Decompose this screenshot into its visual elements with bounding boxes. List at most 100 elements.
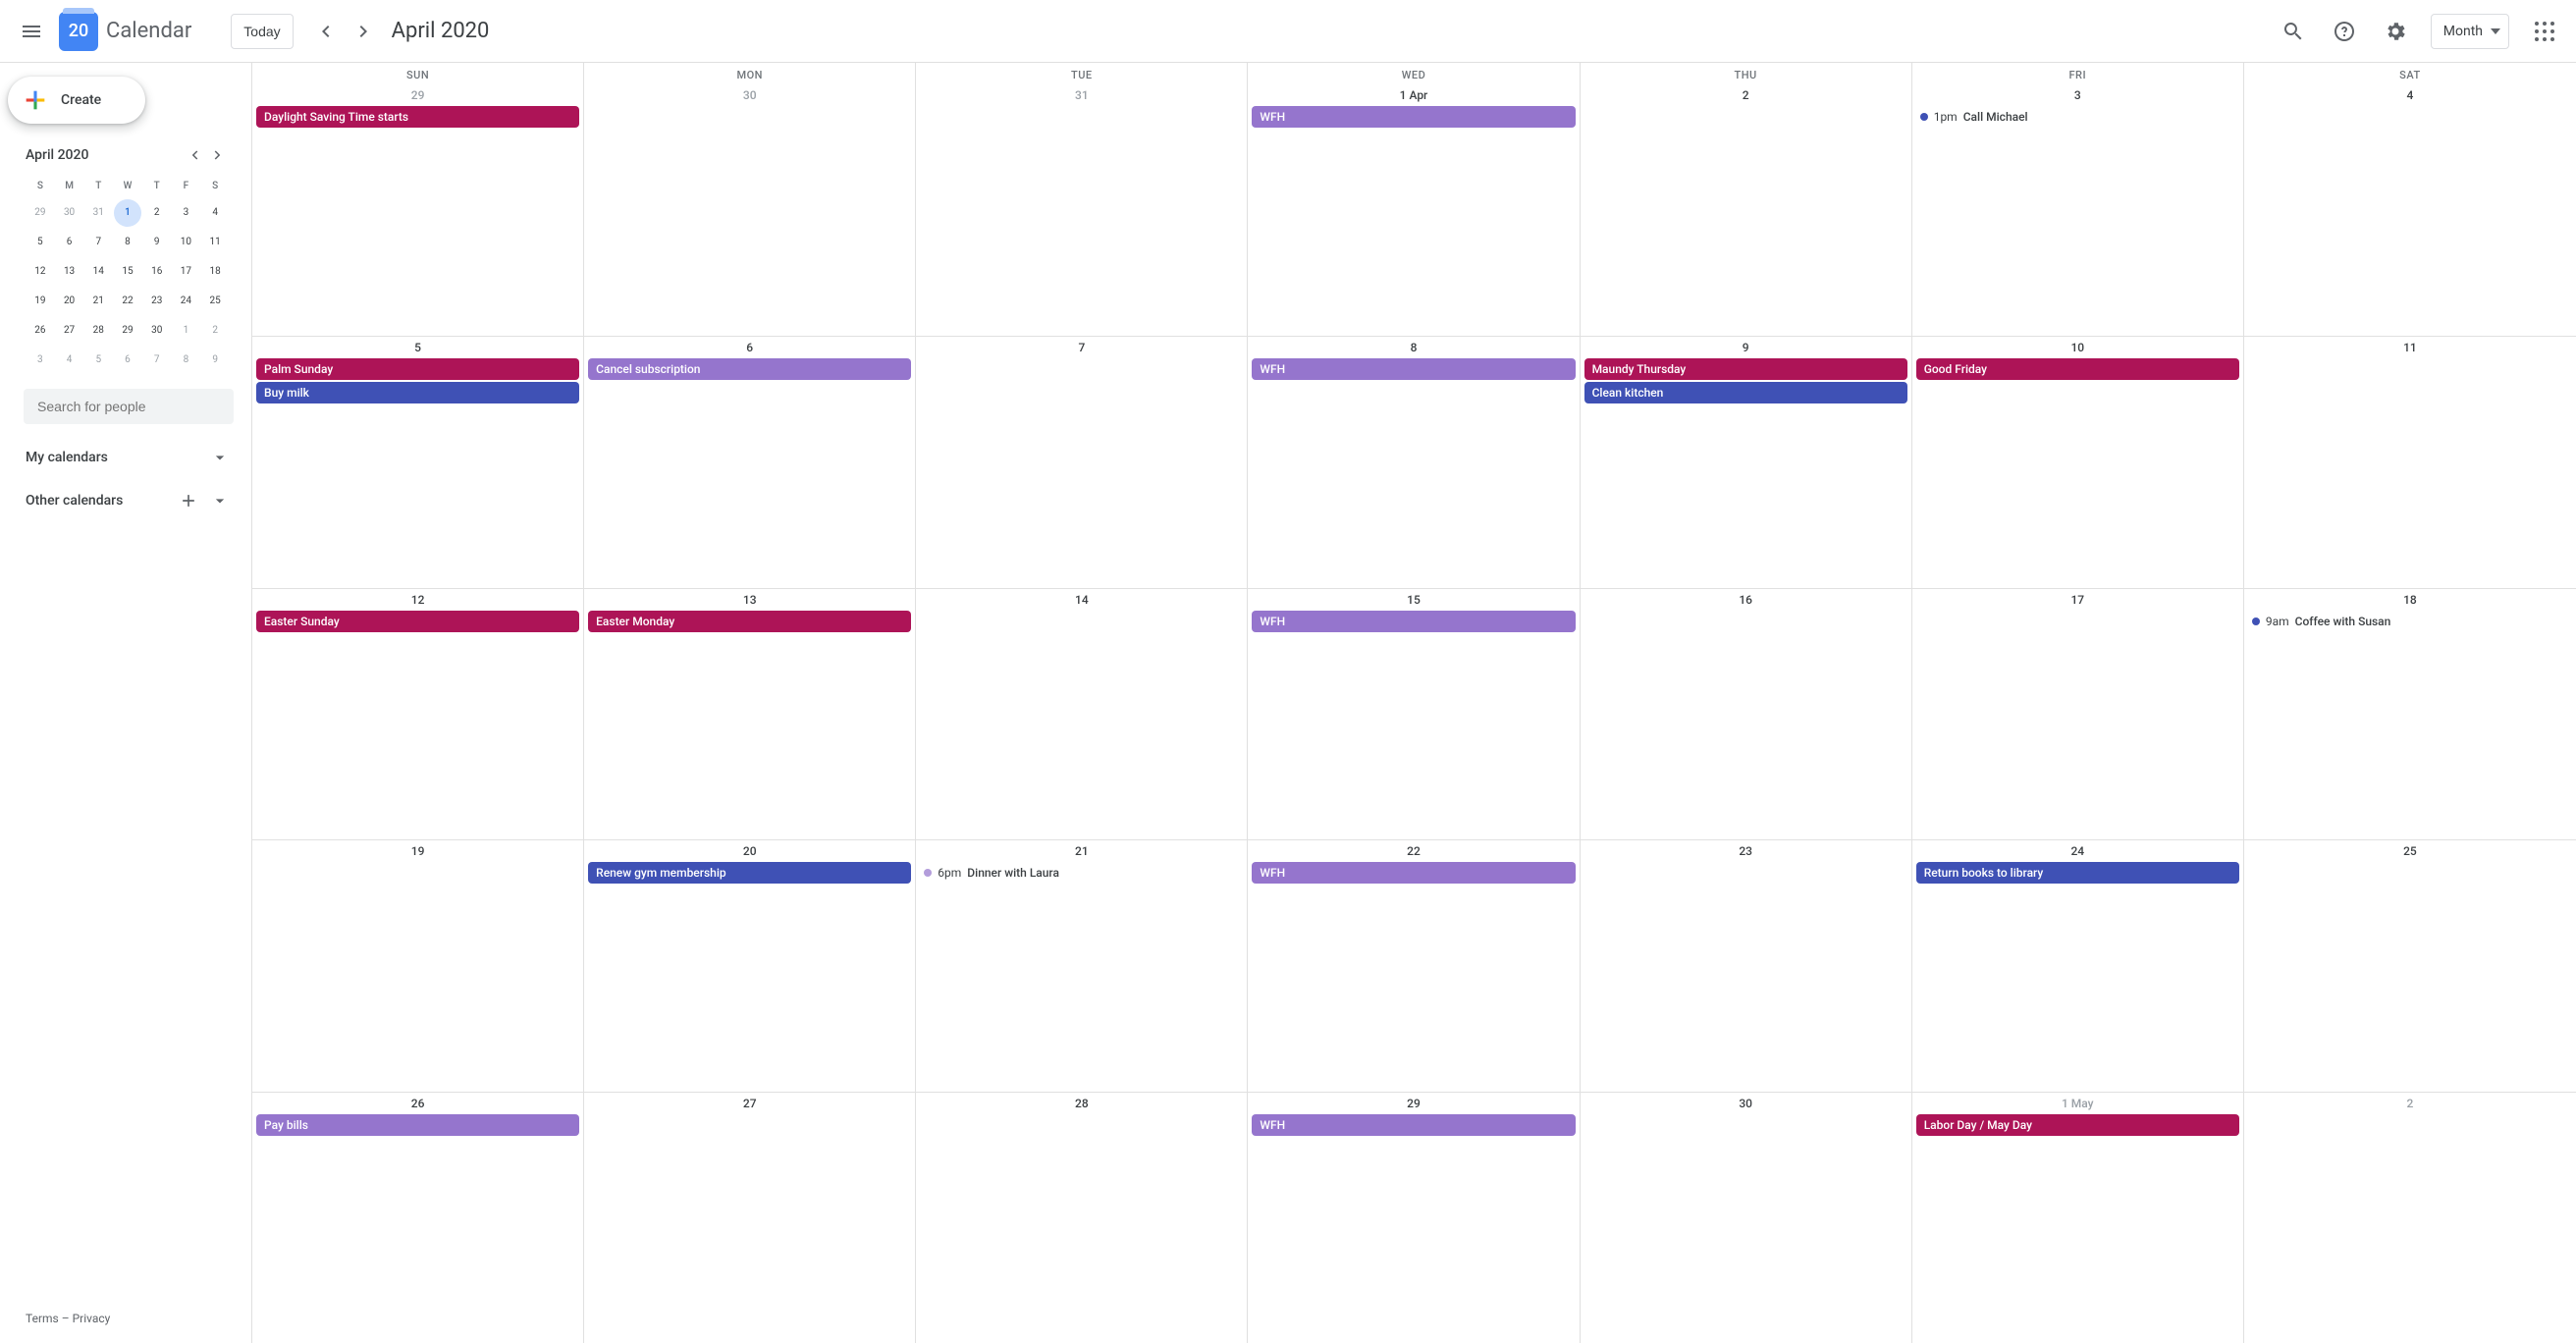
mini-day[interactable]: 29 [114, 317, 141, 345]
day-cell[interactable]: 26Pay bills [252, 1093, 584, 1343]
day-cell[interactable]: 6Cancel subscription [584, 337, 916, 587]
mini-day[interactable]: 8 [173, 347, 200, 374]
timed-event[interactable]: 6pmDinner with Laura [920, 862, 1243, 884]
day-cell[interactable]: 31 [916, 84, 1248, 336]
mini-day[interactable]: 24 [173, 288, 200, 315]
mini-day[interactable]: 3 [27, 347, 54, 374]
day-cell[interactable]: 9Maundy ThursdayClean kitchen [1581, 337, 1912, 587]
day-cell[interactable]: 4 [2244, 84, 2576, 336]
mini-day[interactable]: 25 [201, 288, 229, 315]
day-cell[interactable]: 24Return books to library [1912, 840, 2244, 1091]
allday-event[interactable]: Renew gym membership [588, 862, 911, 884]
settings-button[interactable] [2372, 8, 2419, 55]
day-cell[interactable]: 5Palm SundayBuy milk [252, 337, 584, 587]
search-people-input[interactable] [35, 398, 222, 415]
search-button[interactable] [2270, 8, 2317, 55]
allday-event[interactable]: Palm Sunday [256, 358, 579, 380]
mini-day[interactable]: 13 [56, 258, 83, 286]
next-period-button[interactable] [345, 12, 384, 51]
mini-day[interactable]: 18 [201, 258, 229, 286]
support-button[interactable] [2321, 8, 2368, 55]
allday-event[interactable]: WFH [1252, 358, 1575, 380]
mini-day[interactable]: 8 [114, 229, 141, 256]
day-cell[interactable]: 2 [1581, 84, 1912, 336]
mini-day[interactable]: 4 [201, 199, 229, 227]
day-cell[interactable]: 29WFH [1248, 1093, 1580, 1343]
allday-event[interactable]: Good Friday [1916, 358, 2239, 380]
google-apps-button[interactable] [2521, 8, 2568, 55]
allday-event[interactable]: Maundy Thursday [1584, 358, 1907, 380]
day-cell[interactable]: 28 [916, 1093, 1248, 1343]
day-cell[interactable]: 2 [2244, 1093, 2576, 1343]
plus-icon[interactable] [179, 491, 198, 510]
terms-link[interactable]: Terms [26, 1312, 59, 1325]
mini-day[interactable]: 19 [27, 288, 54, 315]
mini-day[interactable]: 4 [56, 347, 83, 374]
mini-day[interactable]: 9 [143, 229, 171, 256]
day-cell[interactable]: 16 [1581, 589, 1912, 839]
day-cell[interactable]: 23 [1581, 840, 1912, 1091]
allday-event[interactable]: Labor Day / May Day [1916, 1114, 2239, 1136]
allday-event[interactable]: Return books to library [1916, 862, 2239, 884]
allday-event[interactable]: Pay bills [256, 1114, 579, 1136]
day-cell[interactable]: 189amCoffee with Susan [2244, 589, 2576, 839]
mini-day[interactable]: 2 [143, 199, 171, 227]
mini-day[interactable]: 20 [56, 288, 83, 315]
day-cell[interactable]: 8WFH [1248, 337, 1580, 587]
day-cell[interactable]: 20Renew gym membership [584, 840, 916, 1091]
day-cell[interactable]: 11 [2244, 337, 2576, 587]
day-cell[interactable]: 29Daylight Saving Time starts [252, 84, 584, 336]
other-calendars-toggle[interactable]: Other calendars [26, 491, 230, 510]
day-cell[interactable]: 27 [584, 1093, 916, 1343]
day-cell[interactable]: 216pmDinner with Laura [916, 840, 1248, 1091]
mini-day[interactable]: 27 [56, 317, 83, 345]
day-cell[interactable]: 1 MayLabor Day / May Day [1912, 1093, 2244, 1343]
mini-day[interactable]: 1 [173, 317, 200, 345]
mini-day[interactable]: 6 [114, 347, 141, 374]
allday-event[interactable]: WFH [1252, 1114, 1575, 1136]
allday-event[interactable]: WFH [1252, 611, 1575, 632]
day-cell[interactable]: 17 [1912, 589, 2244, 839]
main-menu-button[interactable] [8, 8, 55, 55]
mini-day[interactable]: 1 [114, 199, 141, 227]
mini-day[interactable]: 14 [84, 258, 112, 286]
mini-day[interactable]: 2 [201, 317, 229, 345]
timed-event[interactable]: 1pmCall Michael [1916, 106, 2239, 128]
mini-day[interactable]: 7 [143, 347, 171, 374]
allday-event[interactable]: Buy milk [256, 382, 579, 403]
allday-event[interactable]: WFH [1252, 862, 1575, 884]
mini-day[interactable]: 28 [84, 317, 112, 345]
mini-day[interactable]: 7 [84, 229, 112, 256]
day-cell[interactable]: 19 [252, 840, 584, 1091]
allday-event[interactable]: Easter Sunday [256, 611, 579, 632]
day-cell[interactable]: 7 [916, 337, 1248, 587]
day-cell[interactable]: 14 [916, 589, 1248, 839]
day-cell[interactable]: 1 AprWFH [1248, 84, 1580, 336]
allday-event[interactable]: Easter Monday [588, 611, 911, 632]
day-cell[interactable]: 12Easter Sunday [252, 589, 584, 839]
mini-day[interactable]: 11 [201, 229, 229, 256]
mini-prev-button[interactable] [183, 143, 206, 167]
mini-day[interactable]: 30 [143, 317, 171, 345]
allday-event[interactable]: Cancel subscription [588, 358, 911, 380]
day-cell[interactable]: 22WFH [1248, 840, 1580, 1091]
mini-day[interactable]: 6 [56, 229, 83, 256]
mini-day[interactable]: 31 [84, 199, 112, 227]
prev-period-button[interactable] [305, 12, 345, 51]
my-calendars-toggle[interactable]: My calendars [26, 448, 230, 467]
mini-day[interactable]: 30 [56, 199, 83, 227]
view-switcher[interactable]: Month [2431, 14, 2509, 49]
mini-day[interactable]: 21 [84, 288, 112, 315]
allday-event[interactable]: Clean kitchen [1584, 382, 1907, 403]
mini-day[interactable]: 12 [27, 258, 54, 286]
allday-event[interactable]: Daylight Saving Time starts [256, 106, 579, 128]
day-cell[interactable]: 25 [2244, 840, 2576, 1091]
mini-day[interactable]: 10 [173, 229, 200, 256]
day-cell[interactable]: 30 [1581, 1093, 1912, 1343]
privacy-link[interactable]: Privacy [73, 1312, 111, 1325]
today-button[interactable]: Today [231, 14, 293, 49]
mini-day[interactable]: 23 [143, 288, 171, 315]
day-cell[interactable]: 15WFH [1248, 589, 1580, 839]
mini-day[interactable]: 9 [201, 347, 229, 374]
day-cell[interactable]: 13Easter Monday [584, 589, 916, 839]
